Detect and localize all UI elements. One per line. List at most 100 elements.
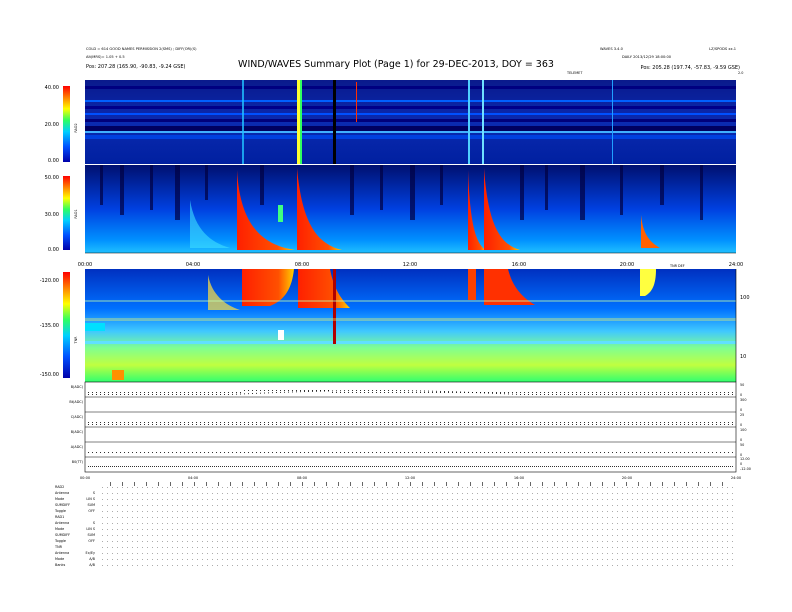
hk-trace-point (248, 424, 249, 425)
hk-trace-point (140, 466, 141, 467)
mode-tick (290, 482, 291, 486)
mode-dot (352, 517, 353, 518)
hk-trace-point (656, 424, 657, 425)
hk-trace-point (568, 452, 569, 453)
mode-dot (177, 523, 178, 524)
hk-trace-point (560, 394, 561, 395)
hk-trace-point (692, 392, 693, 393)
hk-trace-point (340, 422, 341, 423)
mode-dot (457, 559, 458, 560)
mode-dot (592, 541, 593, 542)
hk-trace-point (396, 390, 397, 392)
mode-dot (522, 541, 523, 542)
mode-dot (692, 529, 693, 530)
hk-trace-point (592, 392, 593, 393)
hk-trace-point (648, 422, 649, 423)
hk-trace-point (284, 422, 285, 423)
mode-dot (512, 547, 513, 548)
hk-trace-point (408, 466, 409, 467)
plot-title: WIND/WAVES Summary Plot (Page 1) for 29-… (238, 59, 554, 70)
mode-dot (247, 517, 248, 518)
hk-trace-point (468, 391, 469, 393)
hk-trace-point (678, 466, 679, 467)
hk-trace-point (196, 422, 197, 423)
mode-dot (172, 499, 173, 500)
rad1-ytick: 30.00 (45, 212, 59, 218)
mode-dot (627, 529, 628, 530)
mode-dot (387, 565, 388, 566)
mode-dot (322, 541, 323, 542)
hk-trace-point (568, 424, 569, 425)
hk-trace-point (638, 466, 639, 467)
mode-dot (102, 541, 103, 542)
mode-table: RAD2 Antenna S Mode LIN S SUMDIFF SUM To… (54, 482, 733, 567)
mode-dot (687, 547, 688, 548)
mode-dot (557, 535, 558, 536)
hk-trace-point (472, 452, 473, 453)
mode-dot (642, 559, 643, 560)
hk-trace-point (660, 466, 661, 467)
mode-dot (382, 565, 383, 566)
mode-dot (362, 505, 363, 506)
mode-dot (322, 529, 323, 530)
hk-trace-point (124, 452, 125, 453)
mode-dot (107, 499, 108, 500)
mode-dot (602, 553, 603, 554)
hk-trace-point (504, 466, 505, 467)
mode-dot (147, 535, 148, 536)
hk-trace-point (280, 390, 281, 391)
mode-dot (497, 511, 498, 512)
hk-trace-point (284, 391, 285, 393)
mode-dot (642, 565, 643, 566)
mode-dot (652, 487, 653, 488)
hk-trace-point (216, 424, 217, 425)
mode-dot (362, 499, 363, 500)
mode-dot (497, 529, 498, 530)
mode-dot (712, 541, 713, 542)
mode-dot (282, 529, 283, 530)
mode-dot (692, 493, 693, 494)
hk-trace-point (732, 422, 733, 423)
mode-dot (547, 511, 548, 512)
hk-trace-point (396, 452, 397, 453)
mode-dot (562, 553, 563, 554)
hk-trace-point (584, 392, 585, 393)
mode-dot (562, 529, 563, 530)
hk-trace-point (88, 424, 89, 425)
hk-trace-point (548, 392, 549, 393)
hk-trace-point (416, 422, 417, 423)
hk-trace-point (732, 466, 733, 467)
mode-dot (527, 487, 528, 488)
mode-dot (217, 499, 218, 500)
mode-dot (137, 535, 138, 536)
hk-trace-point (174, 466, 175, 467)
hk-trace-point (540, 392, 541, 393)
mode-dot (182, 511, 183, 512)
mode-dot (602, 523, 603, 524)
mode-dot (177, 535, 178, 536)
mode-dot (312, 535, 313, 536)
hk-xtick: 08:00 (297, 476, 308, 480)
hk-trace-point (480, 466, 481, 467)
mode-dot (302, 547, 303, 548)
mode-dot (287, 559, 288, 560)
hk-trace-point (656, 422, 657, 423)
mode-dot (212, 517, 213, 518)
hk-trace-point (518, 466, 519, 467)
mode-dot (397, 517, 398, 518)
hk-trace-point (188, 422, 189, 423)
mode-dot (287, 517, 288, 518)
hk-trace-point (482, 466, 483, 467)
hk-trace-point (358, 466, 359, 467)
hk-trace-point (564, 452, 565, 453)
mode-dot (242, 541, 243, 542)
hk-trace-point (268, 466, 269, 467)
mode-dot (297, 523, 298, 524)
mode-dot (332, 493, 333, 494)
hk-trace-point (200, 466, 201, 467)
mode-dot (207, 523, 208, 524)
mode-dot (252, 535, 253, 536)
mode-dot (697, 529, 698, 530)
hk-trace-point (652, 394, 653, 395)
hk-trace-point (728, 422, 729, 423)
